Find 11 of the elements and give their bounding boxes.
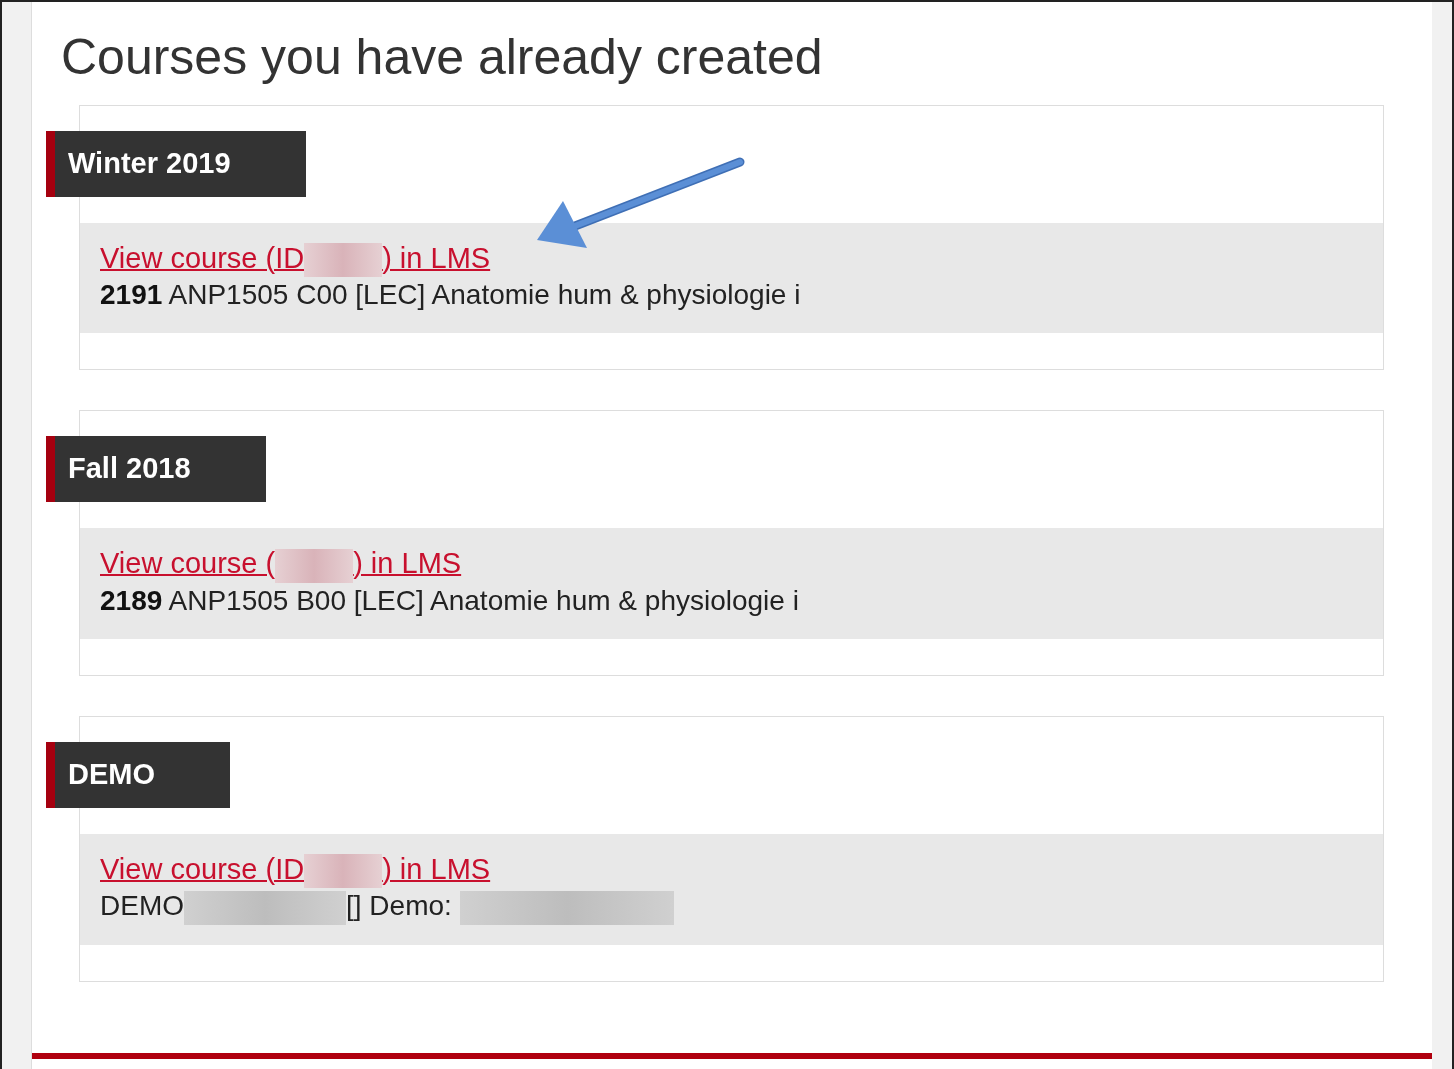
course-description: [] Demo: xyxy=(346,890,453,922)
view-course-link[interactable]: View course (ID ) in LMS xyxy=(100,242,491,274)
term-label: Winter 2019 xyxy=(46,131,306,197)
term-label: DEMO xyxy=(46,741,230,808)
view-course-link[interactable]: View course (ID ) in LMS xyxy=(100,852,491,885)
course-description: DEMO xyxy=(100,890,184,922)
course-description: 2189 ANP1505 B00 [LEC] Anatomie hum & physiologie i xyxy=(100,584,799,616)
course-description: 2191 ANP1505 C00 [LEC] Anatomie hum & physiologie i xyxy=(100,279,801,311)
view-course-link[interactable]: View course ( ) in LMS xyxy=(100,547,462,580)
page-heading: Courses you have already created xyxy=(61,30,824,85)
term-label: Fall 2018 xyxy=(46,436,266,503)
